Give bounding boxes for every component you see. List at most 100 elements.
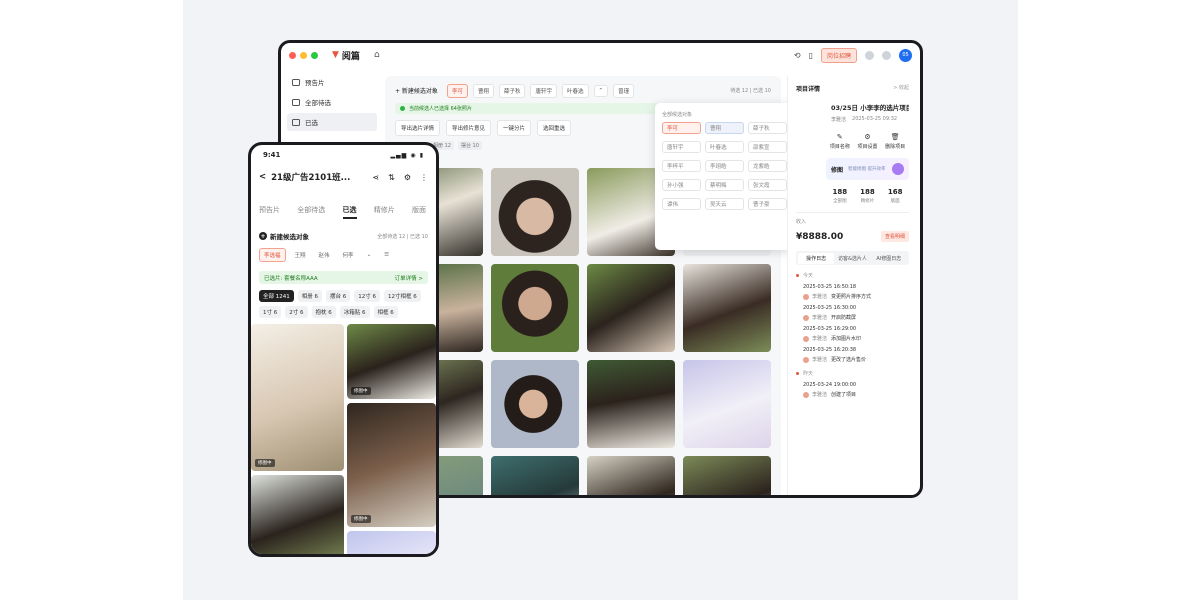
new-candidate-label[interactable]: 新建候选对象 xyxy=(270,231,309,241)
film-icon xyxy=(292,78,300,86)
photo-tile[interactable]: 修图中 xyxy=(251,324,344,471)
close-window-button[interactable] xyxy=(289,51,296,59)
candidate-chip[interactable]: 叶春选 xyxy=(562,83,589,98)
dropdown-option[interactable]: 龙紫皓 xyxy=(748,160,787,172)
filter-chip[interactable]: 1寸 6 xyxy=(259,306,282,318)
sidebar-item-selected[interactable]: 已选 xyxy=(287,113,377,131)
chevron-up-icon[interactable]: ⌃ xyxy=(593,84,609,97)
filter-chip[interactable]: 12寸 6 xyxy=(354,290,380,302)
help-icon[interactable] xyxy=(882,50,891,60)
dropdown-option[interactable]: 蔡明梅 xyxy=(705,179,744,191)
photo-tile[interactable] xyxy=(683,456,771,495)
photo-tile[interactable] xyxy=(491,360,579,448)
photo-tile[interactable] xyxy=(491,456,579,495)
dropdown-option[interactable]: 孙小强 xyxy=(662,179,701,191)
project-settings-button[interactable]: ⚙ 项目设置 xyxy=(857,133,877,150)
user-avatar[interactable]: 05 xyxy=(899,48,912,62)
candidate-chip[interactable]: 薛子秋 xyxy=(498,83,526,98)
candidate-chip[interactable]: 王翔 xyxy=(291,249,310,261)
tab-layout[interactable]: 版面 xyxy=(412,205,426,219)
sort-icon[interactable]: ⇅ xyxy=(388,173,395,182)
filter-chip[interactable]: 相册 6 xyxy=(297,290,322,302)
minimize-window-button[interactable] xyxy=(300,51,307,59)
candidate-chip[interactable]: 李选福 xyxy=(259,248,286,262)
photo-tile[interactable] xyxy=(251,475,344,554)
tab-all-pending[interactable]: 全部待选 xyxy=(297,205,325,219)
rename-project-button[interactable]: ✎ 项目名称 xyxy=(830,133,850,150)
filter-chip[interactable]: 12寸相框 6 xyxy=(384,290,421,302)
tab-ai-log[interactable]: AI修图日志 xyxy=(871,253,907,264)
home-icon[interactable]: ⌂ xyxy=(374,50,380,60)
candidate-chip[interactable]: 赵伟 xyxy=(315,249,334,261)
avatar xyxy=(803,314,809,321)
promo-button[interactable]: 岗位招聘 xyxy=(820,47,857,63)
tab-preview[interactable]: 预告片 xyxy=(259,205,280,219)
back-icon[interactable]: < xyxy=(259,172,266,182)
candidate-chip[interactable]: 曾瑾 xyxy=(613,83,635,98)
photo-tile[interactable]: 修图中 xyxy=(347,403,436,527)
filter-chip[interactable]: 抱枕 6 xyxy=(311,306,336,318)
candidate-chip[interactable]: 李可 xyxy=(446,83,468,98)
filter-chip[interactable]: 相框 6 xyxy=(373,306,398,318)
gear-icon[interactable]: ⚙ xyxy=(404,173,411,182)
photo-tile[interactable] xyxy=(683,264,771,352)
new-candidate-button[interactable]: + 新建候选对象 xyxy=(395,86,438,95)
log-text: 变更照片排序方式 xyxy=(831,294,872,300)
candidate-chip[interactable]: 曹翔 xyxy=(472,83,494,98)
order-details-link[interactable]: 订单详情 > xyxy=(395,274,423,282)
log-item: 2025-03-25 16:50:18 李雅洁 变更照片排序方式 xyxy=(796,284,909,300)
dropdown-option[interactable]: 曹子豪 xyxy=(748,198,787,210)
collapse-button[interactable]: > 收起 xyxy=(893,84,909,93)
dropdown-option[interactable]: 唐轩宇 xyxy=(662,141,701,153)
photo-tile[interactable]: 修图中 xyxy=(347,324,436,399)
dropdown-option[interactable]: 李可 xyxy=(662,122,701,134)
export-details-button[interactable]: 导出选片详情 xyxy=(395,120,441,136)
dropdown-option[interactable]: 李翊皓 xyxy=(705,160,744,172)
reselect-button[interactable]: 选回重选 xyxy=(537,120,572,136)
more-icon[interactable]: ⋮ xyxy=(420,173,428,182)
dropdown-option[interactable]: 吴天云 xyxy=(705,198,744,210)
sync-icon[interactable]: ⟲ xyxy=(794,51,801,60)
sidebar-item-all-pending[interactable]: 全部待选 xyxy=(287,93,377,111)
filter-chip[interactable]: 摆台 10 xyxy=(457,141,482,150)
photo-tile[interactable] xyxy=(587,360,675,448)
notification-icon[interactable] xyxy=(865,50,874,60)
share-icon[interactable]: ⋖ xyxy=(372,173,379,182)
dropdown-option[interactable]: 张文霞 xyxy=(748,179,787,191)
dropdown-option[interactable]: 李梓平 xyxy=(662,160,701,172)
dropdown-option[interactable]: 叶春选 xyxy=(705,141,744,153)
dropdown-option[interactable]: 谭伟 xyxy=(662,198,701,210)
dropdown-option[interactable]: 邵紫宣 xyxy=(748,141,787,153)
photo-tile[interactable] xyxy=(587,456,675,495)
dropdown-option[interactable]: 薛子秋 xyxy=(748,122,787,134)
brand-logo-icon: ▼ xyxy=(332,50,339,60)
delete-project-button[interactable]: 🗑 删除项目 xyxy=(885,133,905,150)
tab-retouched[interactable]: 精修片 xyxy=(374,205,395,219)
view-details-button[interactable]: 查看明细 xyxy=(880,231,909,242)
photo-tile[interactable] xyxy=(491,264,579,352)
sidebar-item-preview[interactable]: 预告片 xyxy=(287,73,377,91)
filter-chip[interactable]: 摆台 6 xyxy=(326,290,351,302)
ai-retouch-card[interactable]: 修图 智能修图 提升效率 xyxy=(826,158,909,180)
mobile-icon[interactable]: ▯ xyxy=(809,51,813,60)
filter-chip[interactable]: 冰箱贴 6 xyxy=(339,306,370,318)
candidate-chip[interactable]: 唐轩宇 xyxy=(530,83,557,98)
photo-tile[interactable] xyxy=(491,168,579,256)
photo-tile[interactable] xyxy=(683,360,771,448)
filter-chip[interactable]: 2寸 6 xyxy=(285,306,308,318)
tab-operation-log[interactable]: 操作日志 xyxy=(798,252,835,264)
photo-tile[interactable] xyxy=(587,264,675,352)
tab-selected[interactable]: 已选 xyxy=(342,205,357,219)
filter-chip[interactable]: 全部 1241 xyxy=(259,290,294,302)
chevron-down-icon[interactable]: ⌄ xyxy=(363,250,376,260)
dropdown-option[interactable]: 曹翔 xyxy=(705,122,744,134)
tab-visitors[interactable]: 访客&选片人 xyxy=(834,253,870,264)
photo-tile[interactable] xyxy=(347,531,436,554)
menu-icon[interactable]: ☰ xyxy=(380,250,393,260)
export-retouch-button[interactable]: 导出修片意见 xyxy=(446,120,492,136)
split-button[interactable]: 一键分片 xyxy=(497,120,532,136)
log-group-today: 今天 xyxy=(796,272,909,279)
maximize-window-button[interactable] xyxy=(311,51,318,59)
candidate-chip[interactable]: 何李 xyxy=(339,249,358,261)
plus-icon[interactable]: + xyxy=(259,232,267,240)
